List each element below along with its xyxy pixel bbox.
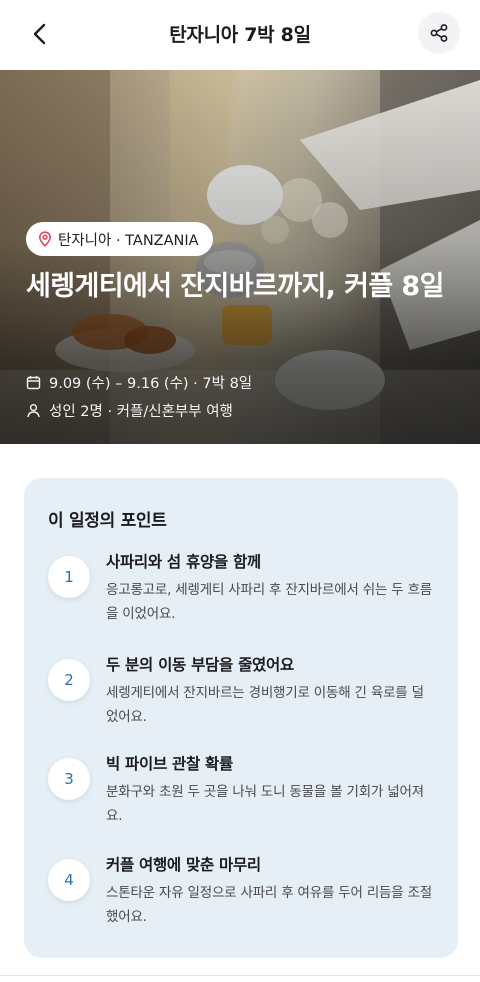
point-description: 세렝게티에서 잔지바르는 경비행기로 이동해 긴 육로를 덜었어요. xyxy=(106,685,424,725)
top-navigation-bar: 탄자니아 7박 8일 xyxy=(0,0,480,70)
dates-text: 9.09 (수) – 9.16 (수) · 7박 8일 xyxy=(49,376,253,392)
bottom-divider xyxy=(0,975,480,976)
travelers-text: 성인 2명 · 커플/신혼부부 여행 xyxy=(49,404,233,420)
location-pin-icon xyxy=(38,231,52,247)
page-title: 탄자니아 7박 8일 xyxy=(169,24,311,46)
point-title: 사파리와 섬 휴양을 함께 xyxy=(106,553,261,571)
trip-points-card: 이 일정의 포인트 1 사파리와 섬 휴양을 함께 응고롱고로, 세렝게티 사파… xyxy=(24,478,458,958)
share-button[interactable] xyxy=(418,12,460,54)
point-number-badge: 4 xyxy=(48,859,90,901)
point-description: 분화구와 초원 두 곳을 나눠 도니 동물을 볼 기회가 넓어져요. xyxy=(106,784,424,824)
point-description: 응고롱고로, 세렝게티 사파리 후 잔지바르에서 쉬는 두 흐름을 이었어요. xyxy=(106,582,433,622)
points-heading: 이 일정의 포인트 xyxy=(48,511,167,531)
location-chip: 탄자니아 · TANZANIA xyxy=(26,222,213,256)
point-title: 커플 여행에 맞춘 마무리 xyxy=(106,856,261,874)
share-icon xyxy=(430,24,448,42)
hero-banner: 탄자니아 · TANZANIA 세렝게티에서 잔지바르까지, 커플 8일 9.0… xyxy=(0,70,480,444)
trip-dates: 9.09 (수) – 9.16 (수) · 7박 8일 xyxy=(26,372,252,393)
point-title: 두 분의 이동 부담을 줄였어요 xyxy=(106,656,294,674)
point-number-badge: 2 xyxy=(48,659,90,701)
person-icon xyxy=(27,403,40,418)
point-title: 빅 파이브 관찰 확률 xyxy=(106,755,233,773)
point-number-badge: 3 xyxy=(48,758,90,800)
location-label: 탄자니아 · TANZANIA xyxy=(58,232,199,249)
point-description: 스톤타운 자유 일정으로 사파리 후 여유를 두어 리듬을 조절했어요. xyxy=(106,885,433,925)
trip-title: 세렝게티에서 잔지바르까지, 커플 8일 xyxy=(26,271,444,302)
trip-travelers: 성인 2명 · 커플/신혼부부 여행 xyxy=(26,400,233,421)
point-number-badge: 1 xyxy=(48,556,90,598)
calendar-icon xyxy=(26,376,41,390)
